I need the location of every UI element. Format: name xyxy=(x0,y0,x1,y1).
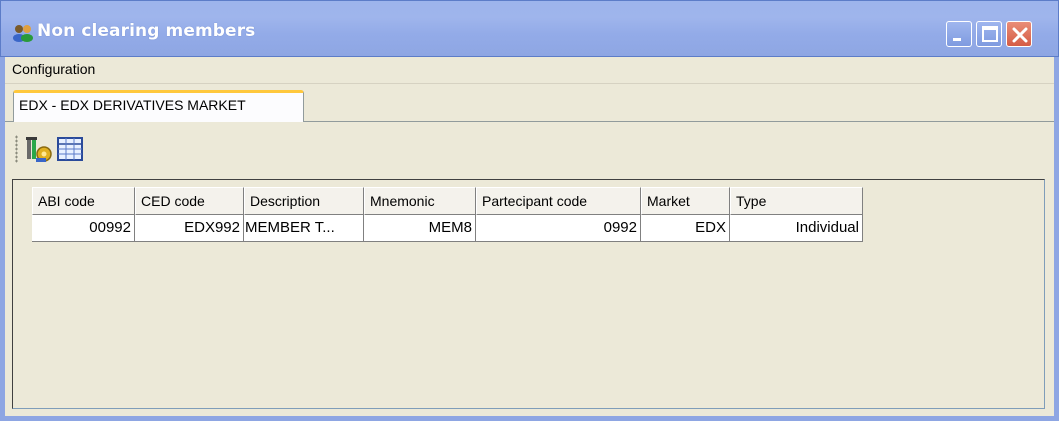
menu-bar: Configuration xyxy=(5,57,1054,84)
maximize-icon xyxy=(982,26,998,42)
minimize-button[interactable] xyxy=(946,21,972,47)
title-bar[interactable]: Non clearing members xyxy=(0,0,1059,57)
cell-abi-code[interactable]: 00992 xyxy=(32,215,135,242)
close-icon xyxy=(1012,27,1028,43)
header-description[interactable]: Description xyxy=(244,187,364,215)
settings-tool-icon[interactable] xyxy=(23,134,53,164)
header-partecipant-code[interactable]: Partecipant code xyxy=(476,187,641,215)
members-icon xyxy=(13,25,33,42)
header-ced-code[interactable]: CED code xyxy=(135,187,244,215)
header-abi-code[interactable]: ABI code xyxy=(32,187,135,215)
members-grid[interactable]: ABI code CED code Description Mnemonic P… xyxy=(12,179,1045,409)
tab-page: ABI code CED code Description Mnemonic P… xyxy=(5,122,1054,416)
cell-market[interactable]: EDX xyxy=(641,215,730,242)
window-frame-right xyxy=(1054,57,1059,421)
toolbar xyxy=(15,130,135,166)
header-market[interactable]: Market xyxy=(641,187,730,215)
cell-type[interactable]: Individual xyxy=(730,215,863,242)
grid-view-icon[interactable] xyxy=(55,134,85,164)
cell-mnemonic[interactable]: MEM8 xyxy=(364,215,476,242)
cell-description[interactable]: MEMBER T... xyxy=(244,215,364,242)
cell-partecipant-code[interactable]: 0992 xyxy=(476,215,641,242)
window-client-area: Configuration EDX - EDX DERIVATIVES MARK… xyxy=(5,57,1054,416)
header-type[interactable]: Type xyxy=(730,187,863,215)
header-mnemonic[interactable]: Mnemonic xyxy=(364,187,476,215)
tab-label: EDX - EDX DERIVATIVES MARKET xyxy=(19,97,246,113)
maximize-button[interactable] xyxy=(976,21,1002,47)
cell-ced-code[interactable]: EDX992 xyxy=(135,215,244,242)
tab-edx-derivatives-market[interactable]: EDX - EDX DERIVATIVES MARKET xyxy=(13,90,304,122)
minimize-icon xyxy=(953,38,961,41)
close-button[interactable] xyxy=(1006,21,1032,47)
non-clearing-members-window: Non clearing members Configuration EDX - xyxy=(0,0,1059,421)
window-title: Non clearing members xyxy=(37,21,256,41)
window-frame-bottom xyxy=(0,416,1059,421)
menu-configuration[interactable]: Configuration xyxy=(10,61,97,77)
toolbar-grip[interactable] xyxy=(15,135,18,163)
